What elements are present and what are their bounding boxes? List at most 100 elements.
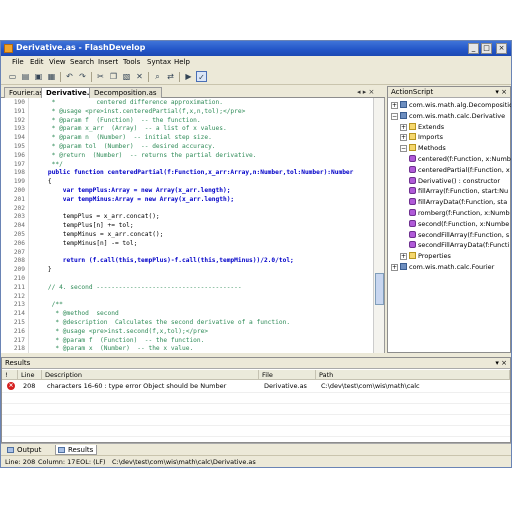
row-divider xyxy=(2,392,510,393)
col-description[interactable]: Description xyxy=(42,370,259,380)
tree-item[interactable]: + Imports xyxy=(400,132,443,142)
tree-item[interactable]: − Methods xyxy=(400,143,446,153)
results-panel: Results ▾ × ! Line Description File Path… xyxy=(1,357,511,443)
collapse-icon[interactable]: − xyxy=(400,145,407,153)
tree-item-label: com.wis.math.alg.Decomposition xyxy=(409,101,512,109)
row-divider xyxy=(2,436,510,437)
close-button[interactable]: × xyxy=(496,43,507,54)
open-icon[interactable]: ▤ xyxy=(20,71,31,82)
tree-item[interactable]: + com.wis.math.calc.Fourier xyxy=(391,262,494,272)
panel-controls[interactable]: ▾ × xyxy=(495,359,507,367)
tree-item[interactable]: fillArray(f:Function, start:Nu xyxy=(409,186,508,196)
tab-output-label: Output xyxy=(17,446,42,454)
tree-item[interactable]: Derivative() : constructor xyxy=(409,176,500,186)
pkg-icon xyxy=(400,101,407,108)
row-divider xyxy=(2,414,510,415)
tab-decomposition[interactable]: Decomposition.as xyxy=(89,87,162,98)
scrollbar-thumb[interactable] xyxy=(375,273,384,305)
tree-item[interactable]: fillArrayData(f:Function, sta xyxy=(409,197,507,207)
tree-item-label: secondFillArray(f:Function, s xyxy=(418,230,510,239)
expand-icon[interactable]: + xyxy=(391,264,398,271)
menu-tools[interactable]: Tools xyxy=(123,58,140,66)
toolbar-separator xyxy=(91,72,92,82)
tree-item[interactable]: secondFillArray(f:Function, s xyxy=(409,230,509,240)
result-path[interactable]: C:\dev\test\com\wis\math\calc xyxy=(318,381,508,391)
status-column: Column: 17 xyxy=(38,458,76,466)
expand-icon[interactable]: + xyxy=(400,123,407,131)
menu-syntax[interactable]: Syntax xyxy=(147,58,171,66)
tree-item-label: Methods xyxy=(418,144,446,153)
col-path[interactable]: Path xyxy=(316,370,510,380)
delete-icon[interactable]: ✕ xyxy=(134,71,145,82)
minimize-button[interactable]: _ xyxy=(468,43,479,54)
new-file-icon[interactable]: ▭ xyxy=(7,71,18,82)
paste-icon[interactable]: ▧ xyxy=(121,71,132,82)
tab-output[interactable]: Output xyxy=(5,445,44,455)
editor-scrollbar[interactable] xyxy=(373,98,384,353)
toolbar-separator xyxy=(148,72,149,82)
window-title: Derivative.as - FlashDevelop xyxy=(16,43,146,52)
method-icon xyxy=(409,241,416,249)
method-icon xyxy=(409,198,416,206)
expand-icon[interactable]: + xyxy=(400,253,407,261)
result-line[interactable]: 208 xyxy=(20,381,42,391)
tree-item[interactable]: centeredPartial(f:Function, x xyxy=(409,165,510,175)
menu-help[interactable]: Help xyxy=(174,58,190,66)
maximize-button[interactable]: □ xyxy=(481,43,492,54)
tab-results-label: Results xyxy=(68,446,94,454)
code-line[interactable]: 218 * @param x (Number) -- the x value. xyxy=(1,344,373,353)
error-icon: × xyxy=(7,382,15,390)
menu-file[interactable]: File xyxy=(12,58,24,66)
col-line[interactable]: Line xyxy=(18,370,42,380)
method-icon xyxy=(409,187,416,195)
tree-item[interactable]: second(f:Function, x:Numbe xyxy=(409,219,509,229)
toolbar: ▭ ▤ ▣ ▦ ↶ ↷ ✂ ❐ ▧ ✕ ⌕ ⇄ ▶ ✓ xyxy=(1,69,511,85)
expand-icon[interactable]: + xyxy=(391,102,398,109)
replace-icon[interactable]: ⇄ xyxy=(165,71,176,82)
tab-controls[interactable]: ◂ ▸ × xyxy=(357,88,374,96)
copy-icon[interactable]: ❐ xyxy=(108,71,119,82)
tab-results[interactable]: Results xyxy=(55,445,98,455)
redo-icon[interactable]: ↷ xyxy=(77,71,88,82)
title-bar[interactable]: Derivative.as - FlashDevelop _ □ × xyxy=(1,41,511,56)
status-line: Line: 208 xyxy=(5,458,36,466)
tree-item[interactable]: − com.wis.math.calc.Derivative xyxy=(391,111,505,121)
checkbox-icon[interactable]: ✓ xyxy=(196,71,207,82)
cut-icon[interactable]: ✂ xyxy=(95,71,106,82)
menu-edit[interactable]: Edit xyxy=(30,58,44,66)
tree-item[interactable]: + com.wis.math.alg.Decomposition xyxy=(391,100,512,110)
tree-item-label: Imports xyxy=(418,133,443,142)
folder-icon xyxy=(409,144,416,152)
method-icon xyxy=(409,219,416,227)
tree-item[interactable]: + Extends xyxy=(400,122,444,132)
menu-search[interactable]: Search xyxy=(70,58,94,66)
expand-icon[interactable]: + xyxy=(400,134,407,142)
tree-item-label: second(f:Function, x:Numbe xyxy=(418,219,510,228)
collapse-icon[interactable]: − xyxy=(391,112,398,120)
col-icon[interactable]: ! xyxy=(2,370,18,380)
find-icon[interactable]: ⌕ xyxy=(152,71,163,82)
tree-item[interactable]: centered(f:Function, x:Numb xyxy=(409,154,511,164)
tree-item[interactable]: secondFillArrayData(f:Functi xyxy=(409,240,509,250)
tree-item-label: fillArrayData(f:Function, sta xyxy=(418,198,508,207)
method-icon xyxy=(409,209,416,216)
panel-controls[interactable]: ▾ × xyxy=(495,88,507,96)
undo-icon[interactable]: ↶ xyxy=(64,71,75,82)
app-icon xyxy=(4,44,13,53)
folder-icon xyxy=(409,122,416,130)
tree-item-label: com.wis.math.calc.Fourier xyxy=(409,263,495,271)
flashdevelop-window: Derivative.as - FlashDevelop _ □ × File … xyxy=(0,40,512,468)
result-file[interactable]: Derivative.as xyxy=(261,381,316,391)
code-editor[interactable]: 190 * centered difference approximation.… xyxy=(1,98,385,353)
build-icon[interactable]: ▶ xyxy=(183,71,194,82)
tree-item[interactable]: romberg(f:Function, x:Numb xyxy=(409,208,510,218)
menu-view[interactable]: View xyxy=(49,58,66,66)
save-all-icon[interactable]: ▦ xyxy=(46,71,57,82)
tree-item-label: secondFillArrayData(f:Functi xyxy=(418,241,510,250)
row-divider xyxy=(2,425,510,426)
menu-insert[interactable]: Insert xyxy=(98,58,118,66)
save-icon[interactable]: ▣ xyxy=(33,71,44,82)
col-file[interactable]: File xyxy=(259,370,316,380)
result-description[interactable]: characters 16-60 : type error Object sho… xyxy=(44,381,259,391)
tree-item[interactable]: + Properties xyxy=(400,251,451,261)
